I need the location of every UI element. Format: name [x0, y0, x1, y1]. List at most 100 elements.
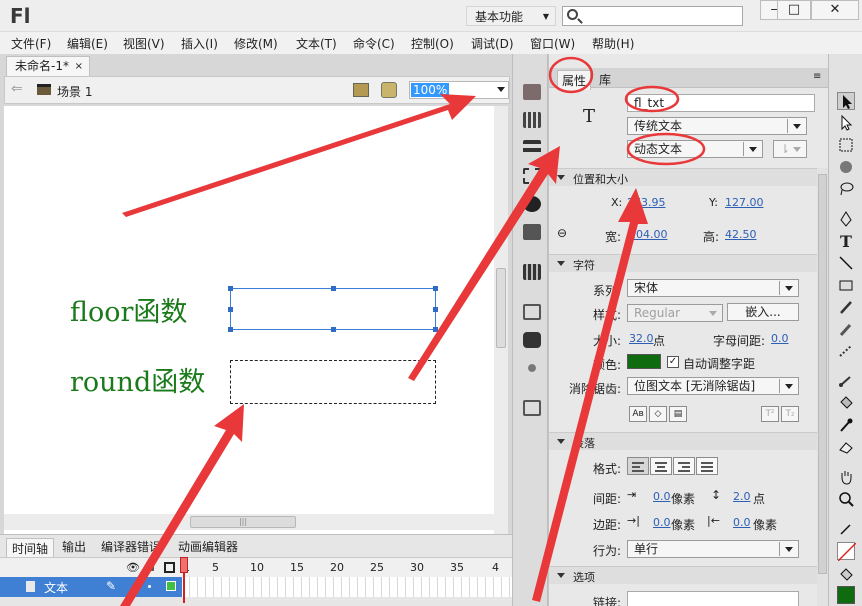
playhead-handle[interactable] [180, 557, 188, 573]
tab-timeline[interactable]: 时间轴 [6, 538, 55, 558]
width-value[interactable]: 204.00 [629, 228, 668, 241]
align-center-button[interactable] [650, 457, 672, 475]
tab-library[interactable]: 库 [595, 70, 615, 89]
actions-panel-icon[interactable] [523, 304, 541, 320]
free-transform-tool[interactable] [837, 136, 855, 154]
movie-explorer-icon[interactable] [523, 400, 541, 416]
menu-control[interactable]: 控制(O) [411, 35, 454, 52]
dynamic-text-field-selected[interactable] [228, 286, 438, 332]
stroke-color-tool[interactable] [837, 520, 855, 538]
menu-help[interactable]: 帮助(H) [592, 35, 634, 52]
menu-edit[interactable]: 编辑(E) [67, 35, 108, 52]
menu-window[interactable]: 窗口(W) [530, 35, 575, 52]
height-value[interactable]: 42.50 [725, 228, 757, 241]
text-tool[interactable]: T [837, 232, 855, 251]
stage-horizontal-scrollbar[interactable]: ||| [4, 514, 494, 530]
eye-icon[interactable]: 👁 [126, 561, 140, 574]
tab-output[interactable]: 输出 [62, 538, 86, 555]
transform-panel-icon[interactable] [523, 168, 541, 184]
font-family-select[interactable]: 宋体 [627, 279, 799, 297]
zoom-tool[interactable] [837, 490, 855, 508]
fill-color-swatch[interactable] [837, 586, 855, 604]
close-window-button[interactable]: ✕ [811, 0, 859, 20]
embed-button[interactable]: 嵌入... [727, 303, 799, 321]
line-spacing-value[interactable]: 2.0 [733, 490, 751, 503]
letter-spacing-value[interactable]: 0.0 [771, 332, 789, 345]
align-panel-icon[interactable] [523, 140, 541, 156]
brush-tool[interactable] [837, 320, 855, 338]
outline-color-swatch[interactable] [166, 581, 176, 591]
section-paragraph[interactable]: 段落 [549, 432, 817, 450]
menu-file[interactable]: 文件(F) [11, 35, 51, 52]
text-color-swatch[interactable] [627, 354, 661, 369]
paint-bucket-tool[interactable] [837, 394, 855, 412]
document-tab[interactable]: 未命名-1* × [6, 56, 90, 76]
pen-tool[interactable] [837, 210, 855, 228]
line-tool[interactable] [837, 254, 855, 272]
render-html-button[interactable]: ◇ [649, 406, 667, 422]
scroll-thumb[interactable] [496, 268, 506, 348]
instance-name-input[interactable]: fl_txt [627, 94, 815, 112]
help-search-input[interactable] [562, 6, 743, 26]
y-value[interactable]: 127.00 [725, 196, 764, 209]
font-size-value[interactable]: 32.0 [629, 332, 654, 345]
playhead[interactable] [180, 557, 188, 603]
code-snippets-icon[interactable] [523, 224, 541, 240]
fill-color-tool[interactable] [837, 566, 855, 584]
superscript-button[interactable]: T² [761, 406, 779, 422]
close-icon[interactable]: × [75, 57, 83, 76]
resize-handle[interactable] [433, 307, 438, 312]
swatches-panel-icon[interactable] [523, 112, 541, 128]
resize-handle[interactable] [433, 286, 438, 291]
resize-handle[interactable] [228, 327, 233, 332]
right-margin-value[interactable]: 0.0 [733, 516, 751, 529]
back-arrow-icon[interactable]: ⇐ [11, 81, 23, 97]
resize-handle[interactable] [331, 286, 336, 291]
maximize-button[interactable]: □ [777, 0, 811, 20]
autokern-checkbox[interactable]: ✓ [667, 356, 679, 368]
x-value[interactable]: 273.95 [627, 196, 666, 209]
menu-debug[interactable]: 调试(D) [471, 35, 514, 52]
layer-header[interactable]: 文本 ✎ [0, 577, 182, 597]
selection-tool[interactable] [837, 92, 855, 110]
text-orientation-select[interactable]: ⇂ [773, 140, 807, 158]
stroke-color-swatch[interactable] [837, 542, 857, 562]
menu-view[interactable]: 视图(V) [123, 35, 165, 52]
subselection-tool[interactable] [837, 114, 855, 132]
layer-frames[interactable] [182, 577, 512, 597]
indent-value[interactable]: 0.0 [653, 490, 671, 503]
menu-insert[interactable]: 插入(I) [181, 35, 218, 52]
left-margin-value[interactable]: 0.0 [653, 516, 671, 529]
color-panel-icon[interactable] [523, 84, 541, 100]
show-border-button[interactable]: ▤ [669, 406, 687, 422]
hand-tool[interactable] [837, 468, 855, 486]
workspace-switcher[interactable]: 基本功能 ▼ [466, 6, 556, 26]
outline-icon[interactable] [164, 562, 175, 573]
resize-handle[interactable] [228, 307, 233, 312]
tab-properties[interactable]: 属性 [557, 70, 592, 90]
components-panel-icon[interactable] [523, 332, 541, 348]
tab-compiler-errors[interactable]: 编译器错误 [101, 538, 161, 555]
section-options[interactable]: 选项 [549, 566, 817, 584]
resize-handle[interactable] [228, 286, 233, 291]
section-character[interactable]: 字符 [549, 254, 817, 272]
resize-handle[interactable] [433, 327, 438, 332]
text-type-select[interactable]: 动态文本 [627, 140, 763, 158]
stage-canvas[interactable]: floor函数 round函数 [4, 106, 494, 568]
eraser-tool[interactable] [837, 438, 855, 456]
justify-button[interactable] [696, 457, 718, 475]
align-left-button[interactable] [627, 457, 649, 475]
link-lock-icon[interactable]: ⊖ [557, 226, 567, 240]
bone-tool[interactable] [837, 372, 855, 390]
tab-motion-editor[interactable]: 动画编辑器 [178, 538, 238, 555]
scroll-thumb[interactable]: ||| [190, 516, 296, 528]
library-panel-icon[interactable] [523, 264, 541, 280]
font-style-select[interactable]: Regular [627, 304, 723, 322]
behavior-select[interactable]: 单行 [627, 540, 799, 558]
antialias-select[interactable]: 位图文本 [无消除锯齿] [627, 377, 799, 395]
frame-ruler[interactable]: 👁 1 5 10 15 20 25 30 35 4 [0, 557, 512, 577]
layer-row[interactable]: 文本 ✎ [0, 577, 512, 597]
edit-scene-icon[interactable] [353, 83, 369, 97]
stage-vertical-scrollbar[interactable] [494, 106, 508, 568]
link-input[interactable] [627, 591, 799, 606]
